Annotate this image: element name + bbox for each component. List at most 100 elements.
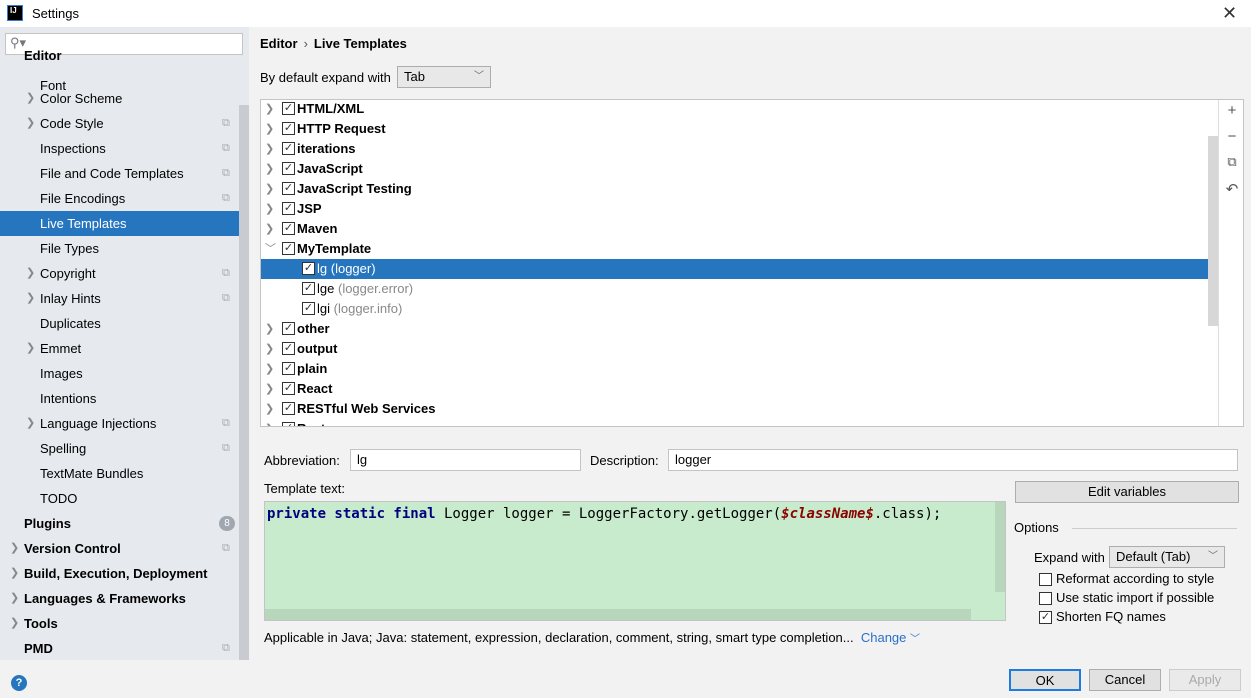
checkbox-checked[interactable]: ✓	[282, 122, 295, 135]
checkbox-checked[interactable]: ✓	[282, 402, 295, 415]
template-group-row[interactable]: ❯ ✓ output	[261, 339, 1218, 359]
template-group-row[interactable]: ❯ ✓ other	[261, 319, 1218, 339]
sidebar-item-language-injections[interactable]: ❯ Language Injections ⧉	[0, 411, 239, 436]
chevron-right-icon[interactable]: ❯	[265, 359, 274, 379]
chevron-right-icon[interactable]: ❯	[265, 139, 274, 159]
sidebar-item-plugins[interactable]: Plugins 8	[0, 511, 239, 536]
expand-select[interactable]: Tab ﹀	[397, 66, 491, 88]
chevron-right-icon[interactable]: ❯	[10, 586, 19, 611]
sidebar-item-languages-frameworks[interactable]: ❯ Languages & Frameworks	[0, 586, 239, 611]
sidebar-item-inlay-hints[interactable]: ❯ Inlay Hints ⧉	[0, 286, 239, 311]
checkbox-checked[interactable]: ✓	[282, 222, 295, 235]
sidebar-item-pmd[interactable]: PMD ⧉	[0, 636, 239, 661]
tree-scrollbar[interactable]	[1208, 136, 1218, 326]
checkbox-checked[interactable]: ✓	[282, 342, 295, 355]
template-group-row[interactable]: ﹀ ✓ MyTemplate	[261, 239, 1218, 259]
template-group-row[interactable]: ❯ ✓Rest	[261, 419, 1218, 426]
chevron-right-icon[interactable]: ❯	[265, 339, 274, 359]
chevron-right-icon[interactable]: ❯	[265, 199, 274, 219]
template-group-row[interactable]: ❯ ✓ plain	[261, 359, 1218, 379]
abbreviation-input[interactable]: lg	[350, 449, 581, 471]
template-group-row[interactable]: ❯ ✓ HTML/XML	[261, 100, 1218, 119]
sidebar-item-copyright[interactable]: ❯ Copyright ⧉	[0, 261, 239, 286]
template-group-row[interactable]: ❯ ✓ JavaScript	[261, 159, 1218, 179]
chevron-right-icon[interactable]: ❯	[265, 159, 274, 179]
copy-icon[interactable]: ⧉	[1224, 154, 1240, 170]
sidebar-item-color-scheme[interactable]: ❯ Color Scheme	[0, 86, 239, 111]
checkbox-checked[interactable]: ✓	[282, 382, 295, 395]
sidebar-item-file-encodings[interactable]: File Encodings ⧉	[0, 186, 239, 211]
editor-horizontal-scrollbar[interactable]	[265, 609, 971, 620]
chevron-right-icon[interactable]: ❯	[26, 336, 35, 361]
chevron-right-icon[interactable]: ❯	[26, 261, 35, 286]
sidebar-item-live-templates[interactable]: Live Templates	[0, 210, 239, 236]
checkbox-checked[interactable]: ✓	[302, 262, 315, 275]
sidebar-item-emmet[interactable]: ❯ Emmet	[0, 336, 239, 361]
chevron-right-icon[interactable]: ❯	[26, 286, 35, 311]
expand-with-select[interactable]: Default (Tab) ﹀	[1109, 546, 1225, 568]
sidebar-item-tools[interactable]: ❯ Tools	[0, 611, 239, 636]
chevron-right-icon[interactable]: ❯	[265, 179, 274, 199]
restore-icon[interactable]: ↶	[1224, 180, 1240, 198]
chevron-right-icon[interactable]: ❯	[10, 536, 19, 561]
sidebar-item-inspections[interactable]: Inspections ⧉	[0, 136, 239, 161]
sidebar-item-editor[interactable]: Editor	[0, 47, 239, 65]
help-icon[interactable]: ?	[11, 675, 27, 691]
checkbox-checked[interactable]: ✓	[282, 102, 295, 115]
chevron-right-icon[interactable]: ❯	[26, 86, 35, 111]
chevron-right-icon[interactable]: ❯	[265, 399, 274, 419]
checkbox[interactable]	[1039, 592, 1052, 605]
sidebar-item-textmate-bundles[interactable]: TextMate Bundles	[0, 461, 239, 486]
chevron-right-icon[interactable]: ❯	[26, 111, 35, 136]
editor-vertical-scrollbar[interactable]	[995, 502, 1005, 592]
template-text-editor[interactable]: private static final Logger logger = Log…	[264, 501, 1006, 621]
checkbox-checked[interactable]: ✓	[282, 422, 295, 426]
sidebar-item-intentions[interactable]: Intentions	[0, 386, 239, 411]
ok-button[interactable]: OK	[1009, 669, 1081, 691]
template-group-row[interactable]: ❯ ✓ iterations	[261, 139, 1218, 159]
template-group-row[interactable]: ❯ ✓ HTTP Request	[261, 119, 1218, 139]
sidebar-item-images[interactable]: Images	[0, 361, 239, 386]
breadcrumb-parent[interactable]: Editor	[260, 36, 298, 51]
checkbox-checked[interactable]: ✓	[1039, 611, 1052, 624]
template-group-row[interactable]: ❯ ✓ RESTful Web Services	[261, 399, 1218, 419]
chevron-right-icon[interactable]: ❯	[10, 561, 19, 586]
checkbox-checked[interactable]: ✓	[302, 282, 315, 295]
checkbox-checked[interactable]: ✓	[282, 322, 295, 335]
chevron-right-icon[interactable]: ❯	[265, 100, 274, 119]
checkbox-checked[interactable]: ✓	[282, 202, 295, 215]
change-link[interactable]: Change ﹀	[861, 630, 920, 645]
template-group-row[interactable]: ❯ ✓ React	[261, 379, 1218, 399]
sidebar-item-spelling[interactable]: Spelling ⧉	[0, 436, 239, 461]
chevron-right-icon[interactable]: ❯	[265, 219, 274, 239]
sidebar-item-file-types[interactable]: File Types	[0, 236, 239, 261]
sidebar-item-todo[interactable]: TODO	[0, 486, 239, 511]
chevron-right-icon[interactable]: ❯	[265, 379, 274, 399]
chevron-right-icon[interactable]: ❯	[265, 319, 274, 339]
checkbox-checked[interactable]: ✓	[282, 162, 295, 175]
apply-button[interactable]: Apply	[1169, 669, 1241, 691]
template-group-row[interactable]: ❯ ✓ Maven	[261, 219, 1218, 239]
sidebar-item-duplicates[interactable]: Duplicates	[0, 311, 239, 336]
checkbox-checked[interactable]: ✓	[282, 362, 295, 375]
chevron-right-icon[interactable]: ❯	[265, 119, 274, 139]
template-row[interactable]: ✓ lge (logger.error)	[261, 279, 1218, 299]
sidebar-item-file-and-code-templates[interactable]: File and Code Templates ⧉	[0, 161, 239, 186]
cancel-button[interactable]: Cancel	[1089, 669, 1161, 691]
remove-icon[interactable]: −	[1224, 128, 1240, 145]
template-group-row[interactable]: ❯ ✓ JavaScript Testing	[261, 179, 1218, 199]
description-input[interactable]: logger	[668, 449, 1238, 471]
chevron-down-icon[interactable]: ﹀	[265, 239, 276, 259]
sidebar-item-code-style[interactable]: ❯ Code Style ⧉	[0, 111, 239, 136]
checkbox-checked[interactable]: ✓	[282, 142, 295, 155]
edit-variables-button[interactable]: Edit variables	[1015, 481, 1239, 503]
add-icon[interactable]: +	[1224, 102, 1240, 119]
checkbox-checked[interactable]: ✓	[302, 302, 315, 315]
chevron-right-icon[interactable]: ❯	[265, 419, 274, 426]
checkbox[interactable]	[1039, 573, 1052, 586]
chevron-right-icon[interactable]: ❯	[26, 411, 35, 436]
checkbox-checked[interactable]: ✓	[282, 182, 295, 195]
checkbox-checked[interactable]: ✓	[282, 242, 295, 255]
close-icon[interactable]: ✕	[1222, 3, 1237, 24]
template-row[interactable]: ✓ lgi (logger.info)	[261, 299, 1218, 319]
